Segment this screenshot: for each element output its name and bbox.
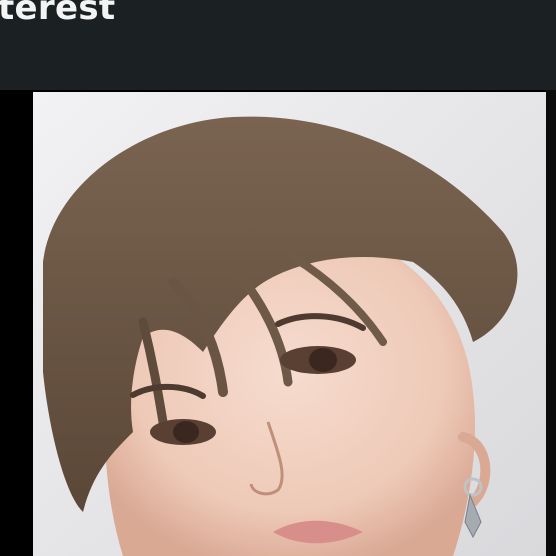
app-header: terest [0, 0, 556, 90]
portrait-photo-icon [33, 92, 546, 556]
left-margin [0, 90, 33, 556]
app-title: terest [0, 0, 116, 28]
pin-image[interactable] [33, 92, 546, 556]
right-margin [546, 90, 556, 556]
